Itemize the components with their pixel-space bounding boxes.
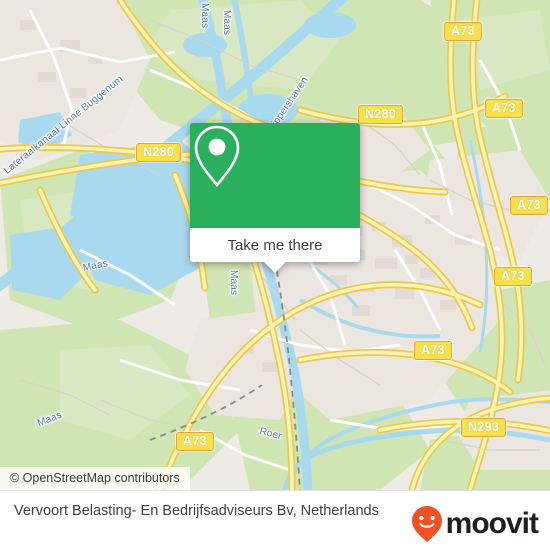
moovit-map-screenshot: Lateraalkanaal Linne Buggenum Maas Maas … [0,0,550,550]
road-shield-a73-right-lower[interactable]: A73 [494,267,532,286]
road-shield-a73-top[interactable]: A73 [444,22,482,41]
moovit-pin-smiley-icon [411,506,442,542]
map-canvas[interactable]: Lateraalkanaal Linne Buggenum Maas Maas … [0,0,550,490]
footer-bar: Vervoort Belasting- En Bedrijfsadviseurs… [0,490,550,550]
place-name-title: Vervoort Belasting- En Bedrijfsadviseurs… [14,503,379,519]
take-me-there-label: Take me there [227,236,323,254]
road-shield-a73-right[interactable]: A73 [510,196,548,215]
moovit-wordmark: moovit [445,507,539,540]
take-me-there-button[interactable]: Take me there [190,228,360,262]
location-popup-card[interactable]: Take me there [190,123,360,273]
road-shield-n280-mid[interactable]: N280 [358,105,404,124]
road-shield-a73-topright[interactable]: A73 [485,99,523,118]
road-shield-n280-left[interactable]: N280 [136,143,182,162]
road-shield-a73-center[interactable]: A73 [414,341,452,360]
map-pin-icon [194,125,240,188]
road-shield-n293[interactable]: N293 [461,418,507,437]
popup-pointer-tail [264,262,286,273]
popup-header [190,123,360,228]
road-shield-a73-bottomleft[interactable]: A73 [176,432,214,451]
map-attribution[interactable]: © OpenStreetMap contributors [0,467,190,490]
moovit-logo[interactable]: moovit [410,505,539,543]
